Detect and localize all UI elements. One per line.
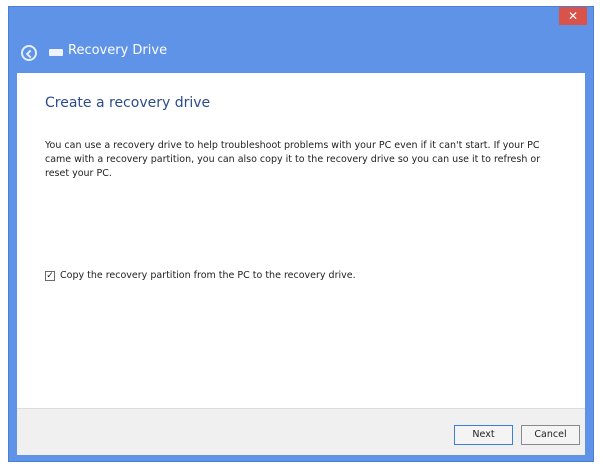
checkmark-icon: ✓ [46, 270, 54, 281]
recovery-drive-window: ✕ Recovery Drive Create a recovery drive… [8, 6, 594, 462]
cancel-button[interactable]: Cancel [521, 425, 580, 445]
content-pane: Create a recovery drive You can use a re… [17, 73, 585, 408]
page-heading: Create a recovery drive [45, 95, 211, 111]
back-arrow-icon[interactable] [21, 45, 37, 61]
window-title: Recovery Drive [68, 43, 168, 58]
drive-icon [49, 49, 63, 56]
title-bar: ✕ [9, 7, 593, 33]
navigation-bar: Recovery Drive [9, 33, 593, 73]
description-text: You can use a recovery drive to help tro… [45, 140, 541, 179]
copy-partition-option[interactable]: ✓ Copy the recovery partition from the P… [45, 270, 356, 281]
next-button[interactable]: Next [454, 425, 513, 445]
copy-partition-label[interactable]: Copy the recovery partition from the PC … [60, 270, 356, 281]
close-button[interactable]: ✕ [559, 7, 587, 25]
copy-partition-checkbox[interactable]: ✓ [45, 270, 55, 281]
footer-bar: Next Cancel [17, 408, 585, 455]
